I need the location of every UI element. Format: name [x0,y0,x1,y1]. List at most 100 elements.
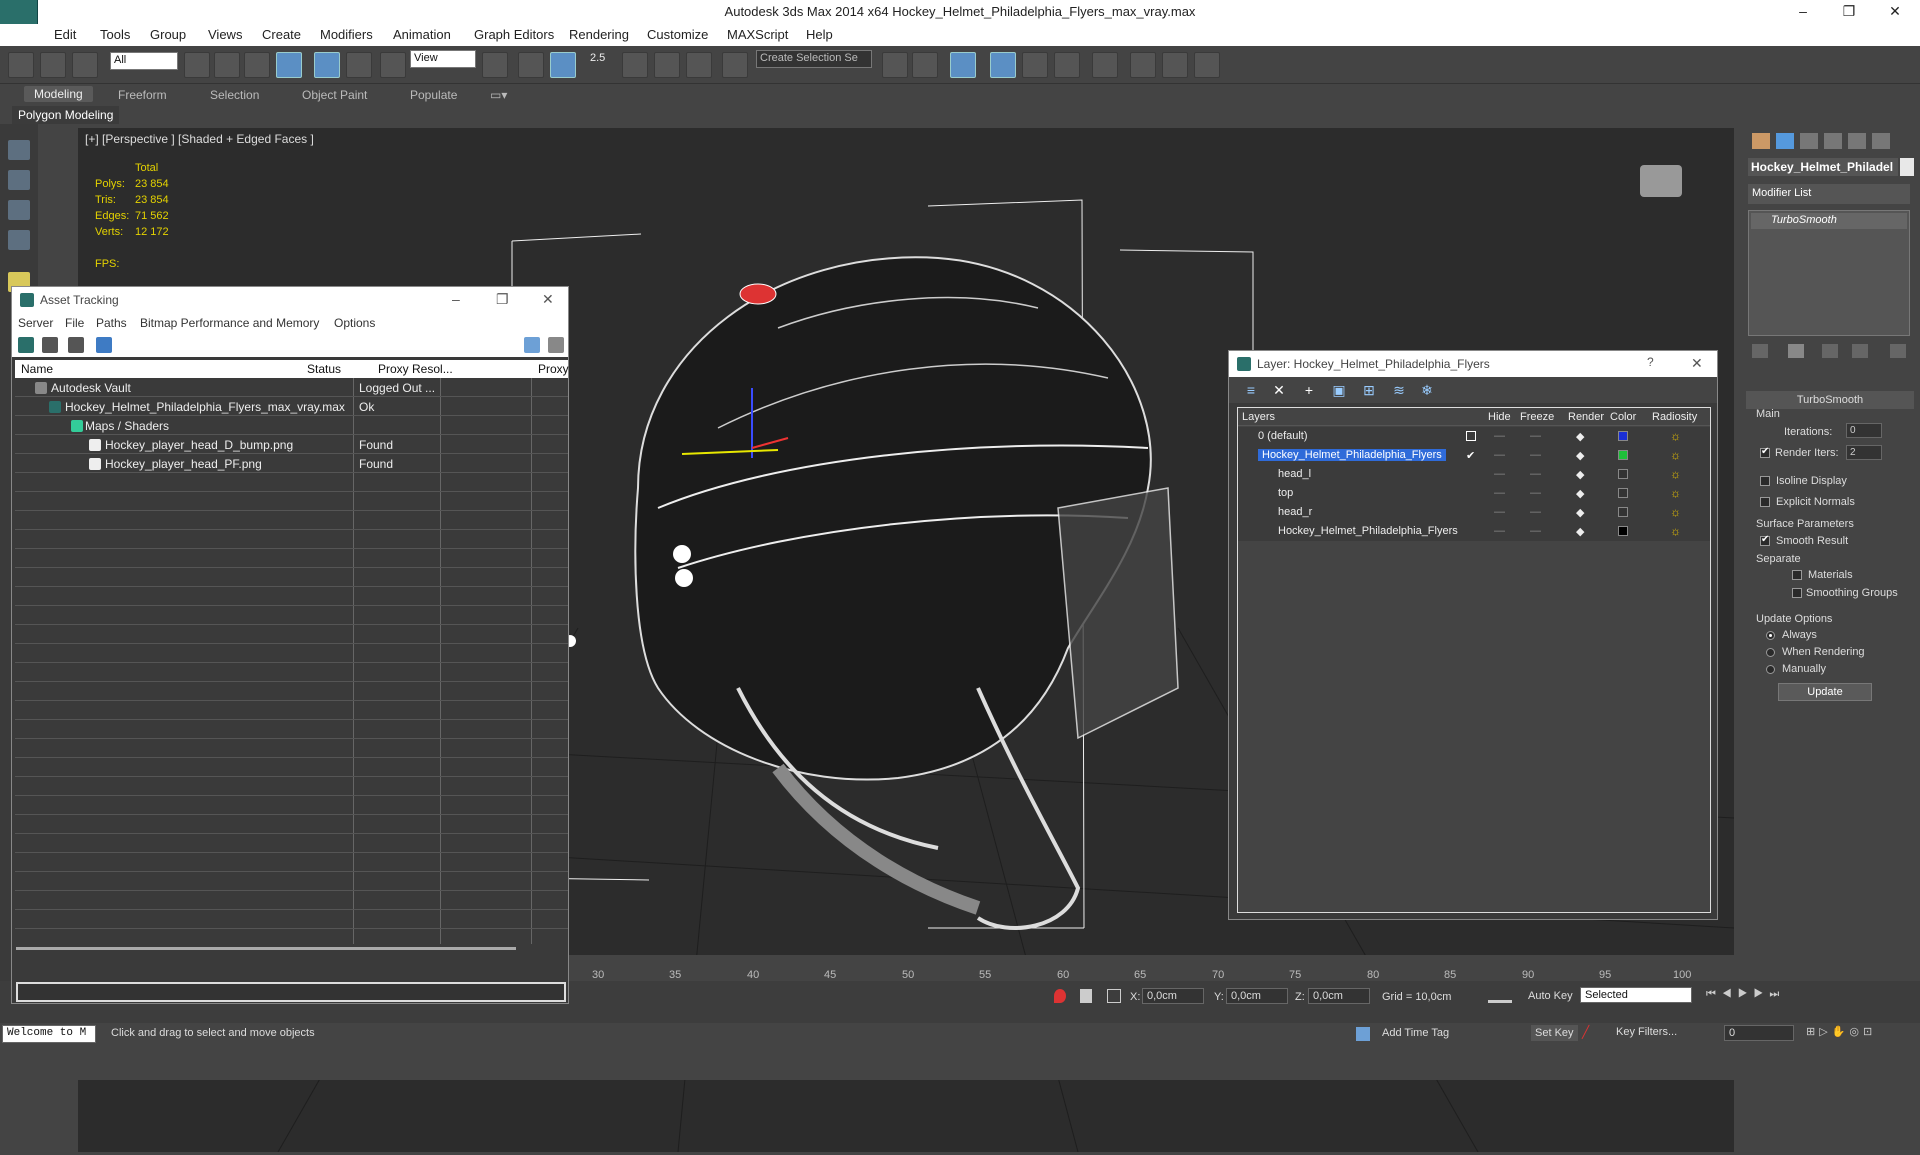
teapot-icon[interactable] [8,140,30,160]
asset-maximize-button[interactable]: ❐ [496,291,509,308]
tab-populate[interactable]: Populate [410,88,457,102]
viewcube-icon[interactable] [1640,165,1682,197]
schematic-view-icon[interactable] [1054,52,1080,78]
utilities-tab-icon[interactable] [1872,133,1890,149]
add-time-tag-button[interactable]: Add Time Tag [1382,1027,1449,1039]
render-setup-icon[interactable] [1130,52,1156,78]
configure-sets-icon[interactable] [1890,344,1906,358]
selection-set-dropdown[interactable]: Selected [1580,987,1692,1003]
smoothing-groups-checkbox[interactable] [1792,588,1802,598]
modify-tab-icon[interactable] [1776,133,1794,149]
tab-selection[interactable]: Selection [210,88,259,102]
help-icon[interactable] [524,337,540,353]
radiosity-icon[interactable]: ☼ [1670,467,1684,481]
freeze-all-icon[interactable]: ❄ [1419,383,1435,397]
turbosmooth-rollout-title[interactable]: TurboSmooth [1746,391,1914,409]
table-icon[interactable] [8,230,30,250]
settings-icon[interactable] [548,337,564,353]
tree-view-icon[interactable] [68,337,84,353]
radiosity-icon[interactable]: ☼ [1670,486,1684,500]
layer-color-swatch[interactable] [1618,507,1628,517]
display-tab-icon[interactable] [1848,133,1866,149]
rendered-frame-icon[interactable] [1162,52,1188,78]
menu-maxscript[interactable]: MAXScript [727,27,788,42]
list-icon[interactable] [8,200,30,220]
z-coordinate-field[interactable]: 0,0cm [1308,988,1370,1004]
percent-snap-icon[interactable] [654,52,680,78]
column-radiosity[interactable]: Radiosity [1652,411,1697,423]
delete-layer-icon[interactable]: ✕ [1271,383,1287,397]
menu-animation[interactable]: Animation [393,27,451,42]
reference-coordinate-dropdown[interactable]: View [410,50,476,68]
graphite-toolbar-icon[interactable] [990,52,1016,78]
edit-named-selection-icon[interactable] [722,52,748,78]
set-key-button[interactable]: Set Key [1531,1025,1578,1041]
table-row[interactable]: Maps / Shaders [15,416,568,435]
highlight-selected-icon[interactable]: ⊞ [1361,383,1377,397]
update-button[interactable]: Update [1778,683,1872,701]
menu-group[interactable]: Group [150,27,186,42]
menu-rendering[interactable]: Rendering [569,27,629,42]
tab-freeform[interactable]: Freeform [118,88,167,102]
link-icon[interactable] [8,52,34,78]
layer-color-swatch[interactable] [1618,450,1628,460]
x-coordinate-field[interactable]: 0,0cm [1142,988,1204,1004]
menu-modifiers[interactable]: Modifiers [320,27,373,42]
ribbon-polygon-modeling[interactable]: Polygon Modeling [12,106,120,124]
render-iters-checkbox[interactable] [1760,446,1770,458]
current-frame-field[interactable]: 0 [1724,1025,1794,1041]
named-selection-input[interactable]: Create Selection Se [756,50,872,68]
stack-item-turbosmooth[interactable]: TurboSmooth [1751,213,1907,229]
remove-modifier-icon[interactable] [1852,344,1868,358]
table-view-icon[interactable] [96,337,112,353]
menu-customize[interactable]: Customize [647,27,708,42]
column-color[interactable]: Color [1610,411,1636,423]
column-name[interactable]: Name [21,362,53,376]
absolute-mode-icon[interactable] [1107,989,1121,1003]
layer-color-swatch[interactable] [1618,431,1628,441]
minimize-button[interactable]: – [1780,0,1826,24]
column-hide[interactable]: Hide [1488,411,1511,423]
manually-radio[interactable] [1766,665,1775,674]
hierarchy-tab-icon[interactable] [1800,133,1818,149]
selection-lock-icon[interactable] [1080,989,1092,1003]
viewport-label[interactable]: [+] [Perspective ] [Shaded + Edged Faces… [85,132,314,146]
menu-edit[interactable]: Edit [54,27,76,42]
radiosity-icon[interactable]: ☼ [1670,448,1684,462]
asset-tracking-titlebar[interactable]: Asset Tracking – ❐ ✕ [12,287,568,313]
explicit-normals-checkbox[interactable] [1760,497,1770,507]
layer-close-button[interactable]: ✕ [1691,355,1703,372]
column-render[interactable]: Render [1568,411,1604,423]
playback-controls[interactable]: ⏮◀▶▶⏭ [1706,988,1906,1004]
radiosity-icon[interactable]: ☼ [1670,524,1684,538]
time-tag-icon[interactable] [1356,1027,1370,1041]
radiosity-icon[interactable]: ☼ [1670,505,1684,519]
select-object-icon[interactable] [184,52,210,78]
scene-icon[interactable] [8,170,30,190]
y-coordinate-field[interactable]: 0,0cm [1226,988,1288,1004]
column-layers[interactable]: Layers [1242,411,1275,423]
angle-snap-icon[interactable] [622,52,648,78]
layer-explorer-icon[interactable] [950,52,976,78]
layer-row[interactable]: 0 (default) — — ◆ ☼ [1238,427,1710,446]
maxscript-listener[interactable]: Welcome to M [2,1025,96,1043]
align-icon[interactable] [912,52,938,78]
asset-horizontal-scrollbar[interactable] [16,947,516,950]
pin-stack-icon[interactable] [1752,344,1768,358]
ribbon-options-icon[interactable]: ▭▾ [490,88,507,102]
asset-menu-server[interactable]: Server [18,316,53,330]
layer-row[interactable]: Hockey_Helmet_Philadelphia_Flyers ✔ — — ◆ … [1238,446,1710,465]
column-freeze[interactable]: Freeze [1520,411,1554,423]
select-in-layer-icon[interactable]: ▣ [1331,383,1347,397]
hide-all-icon[interactable]: ≋ [1391,383,1407,397]
materials-checkbox[interactable] [1792,570,1802,580]
menu-help[interactable]: Help [806,27,833,42]
smooth-result-checkbox[interactable] [1760,534,1770,546]
select-move-icon[interactable] [314,52,340,78]
layer-row[interactable]: Hockey_Helmet_Philadelphia_Flyers — — ◆ ☼ [1238,522,1710,541]
asset-menu-file[interactable]: File [65,316,84,330]
column-proxy[interactable]: Proxy [538,362,569,376]
current-layer-box[interactable] [1466,431,1476,441]
table-row[interactable]: Hockey_player_head_D_bump.png Found [15,435,568,454]
render-iters-spinner[interactable]: 2 [1846,445,1882,460]
